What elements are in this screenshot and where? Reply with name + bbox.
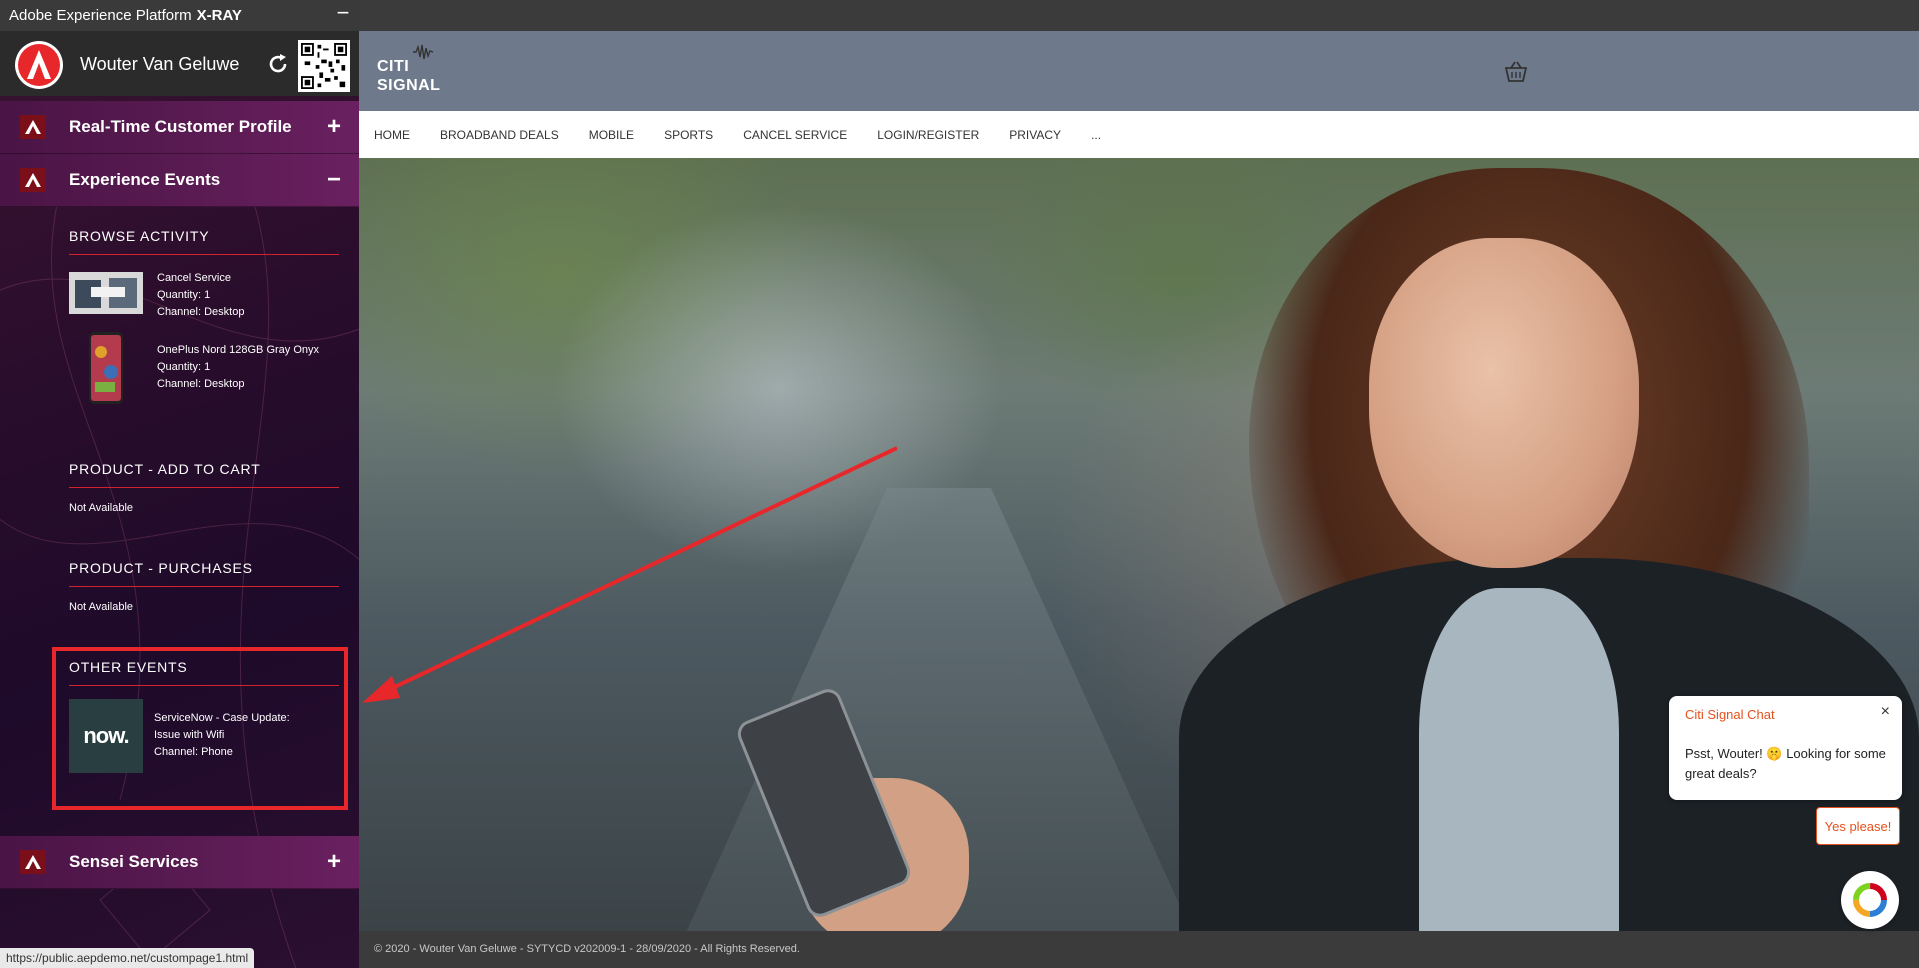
adobe-logo-icon [20, 850, 46, 874]
servicenow-logo: now. [69, 699, 143, 773]
site-header: CITI SIGNAL [359, 31, 1919, 111]
purchases-heading: PRODUCT - PURCHASES [69, 560, 339, 587]
chat-bubble-icon[interactable] [1841, 871, 1899, 929]
nav-login-register[interactable]: LOGIN/REGISTER [877, 128, 979, 142]
xray-panel: Adobe Experience Platform X-RAY − Wouter… [0, 0, 359, 968]
close-icon[interactable]: × [1881, 703, 1890, 721]
event-channel: Channel: Phone [154, 746, 233, 758]
expand-icon[interactable]: + [327, 113, 341, 141]
other-events-heading: OTHER EVENTS [69, 659, 339, 686]
chat-message: Psst, Wouter! 🤫 Looking for some great d… [1685, 746, 1886, 781]
collapse-icon[interactable]: − [327, 166, 341, 194]
nav-mobile[interactable]: MOBILE [589, 128, 634, 142]
status-bar-url: https://public.aepdemo.net/custompage1.h… [0, 948, 255, 968]
event-channel: Channel: Desktop [157, 378, 245, 390]
event-name: OnePlus Nord 128GB Gray Onyx [157, 344, 320, 356]
hero-image [359, 158, 1919, 931]
section-label: Sensei Services [69, 852, 199, 871]
event-channel: Channel: Desktop [157, 306, 245, 318]
brand-line-2: SIGNAL [377, 77, 441, 94]
add-to-cart-value: Not Available [69, 502, 134, 514]
user-name: Wouter Van Geluwe [80, 54, 240, 74]
signal-wave-icon [413, 44, 434, 60]
event-name: ServiceNow - Case Update: Issue with Wif… [154, 712, 290, 741]
qr-code-icon[interactable] [298, 40, 350, 92]
nav-privacy[interactable]: PRIVACY [1009, 128, 1061, 142]
nav-sports[interactable]: SPORTS [664, 128, 713, 142]
xray-title: Adobe Experience Platform [9, 7, 192, 24]
oneplus-phone-thumbnail [89, 332, 123, 404]
cart-icon[interactable] [1503, 59, 1529, 85]
xray-title-bold: X-RAY [196, 7, 242, 24]
xray-title-bar: Adobe Experience Platform X-RAY − [0, 0, 359, 31]
website-frame: CITI SIGNAL HOME BROADBAND DEALS MOBILE … [359, 0, 1919, 968]
expand-icon[interactable]: + [327, 848, 341, 876]
site-top-bar [359, 0, 1919, 31]
nav-home[interactable]: HOME [374, 128, 410, 142]
hero-person-face [1369, 238, 1639, 568]
nav-broadband-deals[interactable]: BROADBAND DEALS [440, 128, 559, 142]
event-quantity: Quantity: 1 [157, 361, 211, 373]
nav-cancel-service[interactable]: CANCEL SERVICE [743, 128, 847, 142]
chat-title: Citi Signal Chat [1685, 707, 1775, 722]
cancel-service-thumbnail [69, 272, 143, 314]
section-sensei-services[interactable]: Sensei Services + [0, 836, 359, 889]
add-to-cart-heading: PRODUCT - ADD TO CART [69, 461, 339, 488]
event-name: Cancel Service [157, 272, 231, 284]
section-label: Real-Time Customer Profile [69, 117, 292, 136]
main-nav: HOME BROADBAND DEALS MOBILE SPORTS CANCE… [359, 111, 1919, 158]
refresh-icon[interactable] [266, 52, 290, 76]
citi-signal-logo[interactable]: CITI SIGNAL [377, 57, 440, 95]
chat-popup: Citi Signal Chat × Psst, Wouter! 🤫 Looki… [1669, 696, 1902, 800]
minimize-button[interactable]: − [333, 2, 353, 26]
adobe-logo-icon [20, 168, 46, 192]
adobe-logo-icon [15, 41, 63, 89]
section-real-time-customer-profile[interactable]: Real-Time Customer Profile + [0, 101, 359, 154]
adobe-logo-icon [20, 115, 46, 139]
section-experience-events[interactable]: Experience Events − [0, 154, 359, 207]
nav-more[interactable]: ... [1091, 128, 1101, 142]
purchases-value: Not Available [69, 601, 134, 613]
site-footer: © 2020 - Wouter Van Geluwe - SYTYCD v202… [359, 931, 1919, 968]
yes-please-button[interactable]: Yes please! [1816, 807, 1900, 845]
section-label: Experience Events [69, 170, 221, 189]
browse-activity-heading: BROWSE ACTIVITY [69, 228, 339, 255]
event-quantity: Quantity: 1 [157, 289, 211, 301]
hero-person-shirt [1419, 588, 1619, 931]
